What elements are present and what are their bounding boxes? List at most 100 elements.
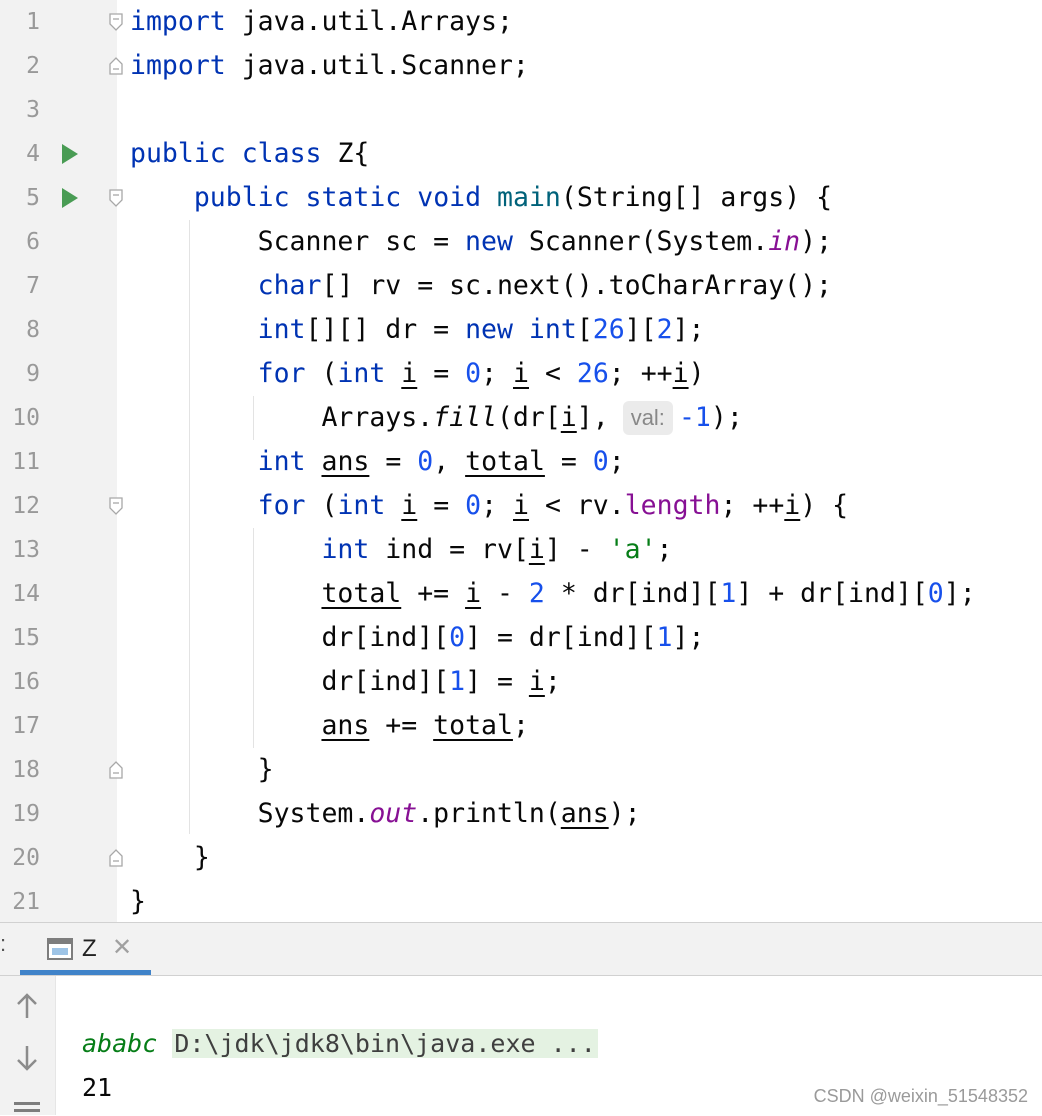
code-text[interactable]: char[] rv = sc.next().toCharArray(); [130,264,832,308]
code-token: Scanner(System. [512,226,769,257]
line-number[interactable]: 13 [0,528,40,572]
fold-start-icon[interactable] [109,497,123,515]
line-number[interactable]: 19 [0,792,40,836]
code-text[interactable]: for (int i = 0; i < rv.length; ++i) { [130,484,848,528]
line-number[interactable]: 6 [0,220,40,264]
line-number[interactable]: 8 [0,308,40,352]
code-token: ); [710,402,743,433]
arrow-up-icon[interactable] [15,992,39,1020]
code-token: ; [608,446,625,477]
line-number[interactable]: 14 [0,572,40,616]
line-number[interactable]: 21 [0,880,40,924]
line-number[interactable]: 16 [0,660,40,704]
code-token: ] + dr[ind][ [736,578,928,609]
code-text[interactable]: public static void main(String[] args) { [130,176,832,220]
line-number[interactable]: 10 [0,396,40,440]
line-number[interactable]: 4 [0,132,40,176]
fold-end-icon[interactable] [109,57,123,75]
code-token: [] rv = sc.next().toCharArray(); [321,270,833,301]
code-token: System. [130,798,370,829]
code-token: 0 [927,578,944,609]
close-icon[interactable]: ✕ [112,933,132,961]
fold-start-icon[interactable] [109,189,123,207]
code-token: 2 [656,314,673,345]
code-token: ; [544,666,561,697]
line-number[interactable]: 3 [0,88,40,132]
code-text[interactable]: int[][] dr = new int[26][2]; [130,308,705,352]
console-command: D:\jdk\jdk8\bin\java.exe ... [172,1029,598,1058]
code-text[interactable]: import java.util.Arrays; [130,0,513,44]
code-token: ; [656,534,673,565]
line-number[interactable]: 17 [0,704,40,748]
code-token: [][] dr = [305,314,466,345]
code-token: ]; [943,578,976,609]
code-token: i [784,490,801,521]
code-line: 2 import java.util.Scanner; [0,44,1042,88]
code-token: = [417,358,466,389]
code-token: length [624,490,721,521]
code-token: += [369,710,434,741]
line-number[interactable]: 20 [0,836,40,880]
code-text[interactable]: ans += total; [130,704,529,748]
code-text[interactable]: dr[ind][1] = i; [130,660,561,704]
code-token: i [528,534,545,565]
code-token: i [513,490,529,521]
line-number[interactable]: 2 [0,44,40,88]
code-text[interactable]: for (int i = 0; i < 26; ++i) [130,352,705,396]
line-number[interactable]: 9 [0,352,40,396]
code-line: 19 System.out.println(ans); [0,792,1042,836]
soft-wrap-icon[interactable] [14,1100,40,1116]
fold-end-icon[interactable] [109,761,123,779]
code-token: ; [512,710,529,741]
code-token: } [130,842,210,873]
code-text[interactable]: } [130,836,210,880]
line-number[interactable]: 11 [0,440,40,484]
code-token: ] - [544,534,609,565]
code-text[interactable]: int ind = rv[i] - 'a'; [130,528,673,572]
run-icon[interactable] [62,144,78,164]
code-text[interactable]: Arrays.fill(dr[i], val: -1); [130,396,743,440]
line-number[interactable]: 5 [0,176,40,220]
fold-end-icon[interactable] [109,849,123,867]
code-token: ans [321,710,370,741]
run-icon[interactable] [62,188,78,208]
code-text[interactable]: import java.util.Scanner; [130,44,529,88]
code-text[interactable]: dr[ind][0] = dr[ind][1]; [130,616,704,660]
run-tab-z[interactable]: Z ✕ [20,923,151,976]
run-tab-label: Z [82,935,97,962]
code-line: 16 dr[ind][1] = i; [0,660,1042,704]
code-text[interactable]: } [130,748,274,792]
line-number[interactable]: 7 [0,264,40,308]
code-text[interactable]: } [130,880,146,924]
code-token: = [544,446,593,477]
line-number[interactable]: 15 [0,616,40,660]
line-number[interactable]: 12 [0,484,40,528]
code-token: java.util.Scanner; [225,50,529,81]
code-token: total [465,446,545,477]
code-text[interactable]: total += i - 2 * dr[ind][1] + dr[ind][0]… [130,572,976,616]
code-token: ) { [800,490,849,521]
arrow-down-icon[interactable] [15,1044,39,1072]
code-line: 10 Arrays.fill(dr[i], val: -1); [0,396,1042,440]
code-text[interactable]: Scanner sc = new Scanner(System.in); [130,220,832,264]
code-line: 12 for (int i = 0; i < rv.length; ++i) { [0,484,1042,528]
code-editor[interactable]: 1 import java.util.Arrays; 2 import java.ut… [0,0,1042,922]
code-token: int [337,358,386,389]
line-number[interactable]: 18 [0,748,40,792]
code-token: ]; [672,314,705,345]
code-text[interactable]: public class Z{ [130,132,369,176]
fold-start-icon[interactable] [109,13,123,31]
code-token: } [130,886,146,917]
line-number[interactable]: 1 [0,0,40,44]
code-text[interactable]: int ans = 0, total = 0; [130,440,625,484]
code-text[interactable]: System.out.println(ans); [130,792,641,836]
